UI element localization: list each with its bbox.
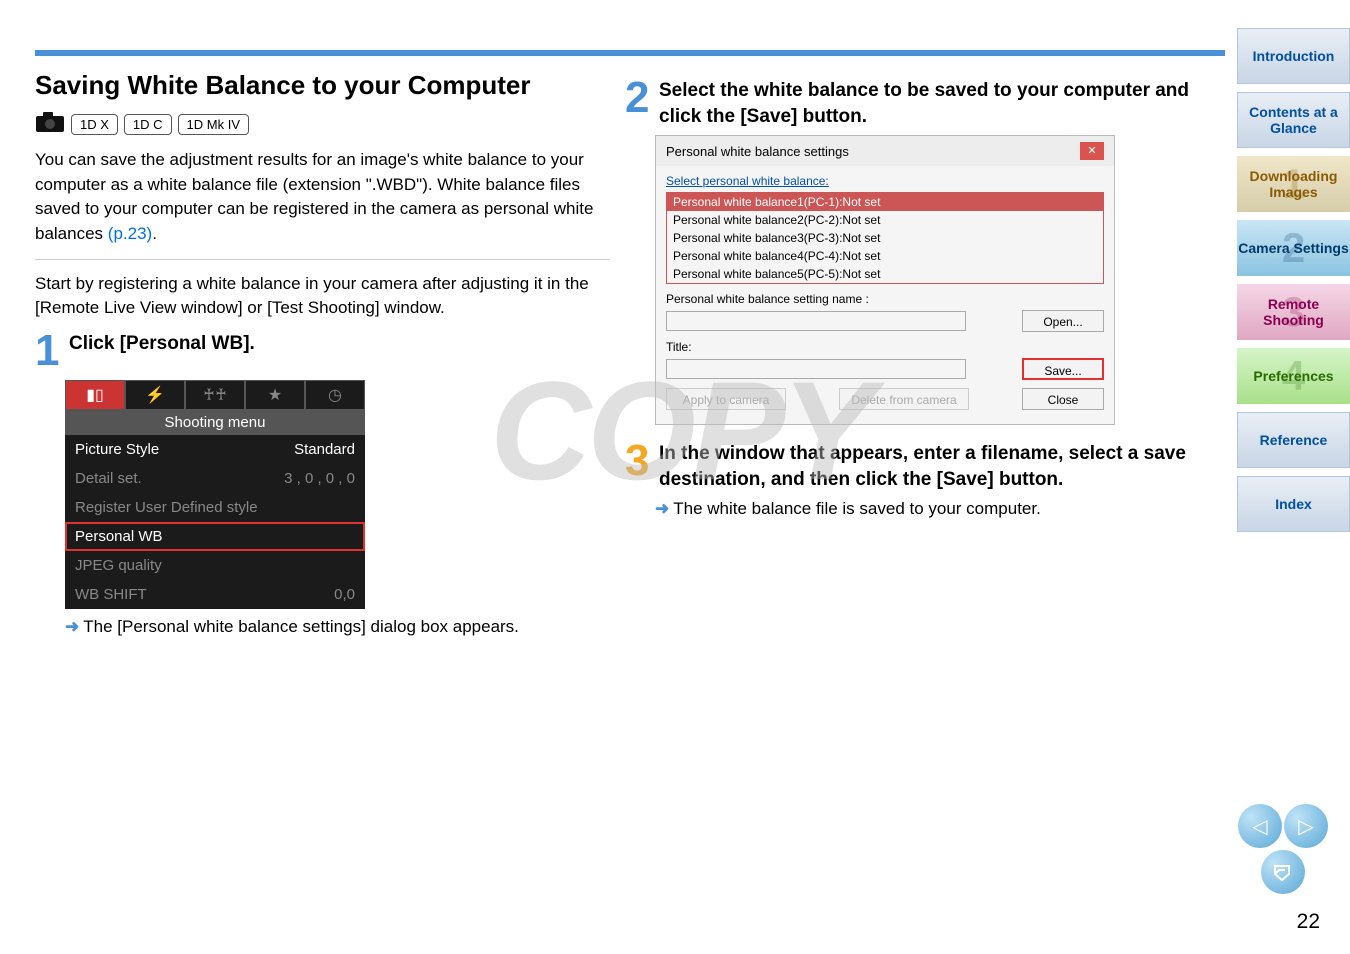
sidebar-item-remote-shooting[interactable]: 3Remote Shooting [1237, 284, 1350, 340]
menu-tab-star-icon: ★ [245, 380, 305, 410]
step-3-number: 3 [625, 441, 653, 481]
close-icon: ✕ [1080, 142, 1104, 160]
sidebar-item-reference[interactable]: Reference [1237, 412, 1350, 468]
title-label: Title: [666, 340, 1104, 354]
apply-button: Apply to camera [666, 388, 786, 410]
close-button: Close [1022, 388, 1104, 410]
page-nav-controls: ◁ ▷ [1238, 804, 1328, 894]
list-item: Personal white balance5(PC-5):Not set [667, 265, 1103, 283]
wb-name-input [666, 311, 966, 331]
list-item: Personal white balance3(PC-3):Not set [667, 229, 1103, 247]
dialog-title: Personal white balance settings [666, 144, 849, 159]
menu-header: Shooting menu [65, 410, 365, 435]
list-item: Personal white balance4(PC-4):Not set [667, 247, 1103, 265]
camera-icon [35, 111, 65, 138]
menu-tab-flash-icon: ⚡ [125, 380, 185, 410]
sidebar-item-introduction[interactable]: Introduction [1237, 28, 1350, 84]
sidebar-nav: Introduction Contents at a Glance 1Downl… [1237, 28, 1350, 540]
camera-badge: 1D X [71, 114, 118, 135]
intro-text: You can save the adjustment results for … [35, 148, 610, 247]
sidebar-item-index[interactable]: Index [1237, 476, 1350, 532]
wb-listbox: Personal white balance1(PC-1):Not set Pe… [666, 192, 1104, 284]
save-button: Save... [1022, 358, 1104, 380]
camera-badge: 1D Mk IV [178, 114, 249, 135]
divider [35, 259, 610, 260]
prev-page-button[interactable]: ◁ [1238, 804, 1282, 848]
step-3-text: In the window that appears, enter a file… [659, 441, 1225, 492]
wb-settings-dialog: Personal white balance settings ✕ Select… [655, 135, 1115, 425]
step-1-result: ➜The [Personal white balance settings] d… [65, 617, 610, 637]
menu-tab-clock-icon: ◷ [305, 380, 365, 410]
select-wb-label: Select personal white balance: [666, 174, 1104, 188]
page-number: 22 [1297, 910, 1320, 934]
top-rule [35, 50, 1225, 56]
menu-tab-tools-icon: ♰♰ [185, 380, 245, 410]
lead-in-text: Start by registering a white balance in … [35, 272, 610, 321]
list-item: Personal white balance1(PC-1):Not set [667, 193, 1103, 211]
menu-item: Picture StyleStandard [65, 435, 365, 464]
menu-tab-camera-icon: ▮▯ [65, 380, 125, 410]
step-2-text: Select the white balance to be saved to … [659, 78, 1225, 129]
menu-item: Detail set.3 , 0 , 0 , 0 [65, 464, 365, 493]
menu-item-personal-wb: Personal WB [65, 522, 365, 551]
next-page-button[interactable]: ▷ [1284, 804, 1328, 848]
delete-button: Delete from camera [839, 388, 969, 410]
sidebar-item-preferences[interactable]: 4Preferences [1237, 348, 1350, 404]
sidebar-item-contents[interactable]: Contents at a Glance [1237, 92, 1350, 148]
menu-item: JPEG quality [65, 551, 365, 580]
sidebar-item-camera-settings[interactable]: 2Camera Settings [1237, 220, 1350, 276]
step-2-number: 2 [625, 78, 653, 118]
shooting-menu-screenshot: ▮▯ ⚡ ♰♰ ★ ◷ Shooting menu Picture StyleS… [65, 380, 365, 609]
menu-item: WB SHIFT0,0 [65, 580, 365, 609]
step-1-text: Click [Personal WB]. [69, 331, 255, 357]
list-item: Personal white balance2(PC-2):Not set [667, 211, 1103, 229]
title-input [666, 359, 966, 379]
menu-item: Register User Defined style [65, 493, 365, 522]
open-button: Open... [1022, 310, 1104, 332]
step-3-result: ➜The white balance file is saved to your… [655, 499, 1225, 519]
arrow-icon: ➜ [65, 617, 79, 636]
camera-badge: 1D C [124, 114, 172, 135]
section-title: Saving White Balance to your Computer [35, 70, 610, 101]
page-link[interactable]: (p.23) [108, 224, 152, 243]
back-button[interactable] [1261, 850, 1305, 894]
sidebar-item-downloading[interactable]: 1Downloading Images [1237, 156, 1350, 212]
step-1-number: 1 [35, 331, 63, 371]
arrow-icon: ➜ [655, 499, 669, 518]
wb-name-label: Personal white balance setting name : [666, 292, 1104, 306]
